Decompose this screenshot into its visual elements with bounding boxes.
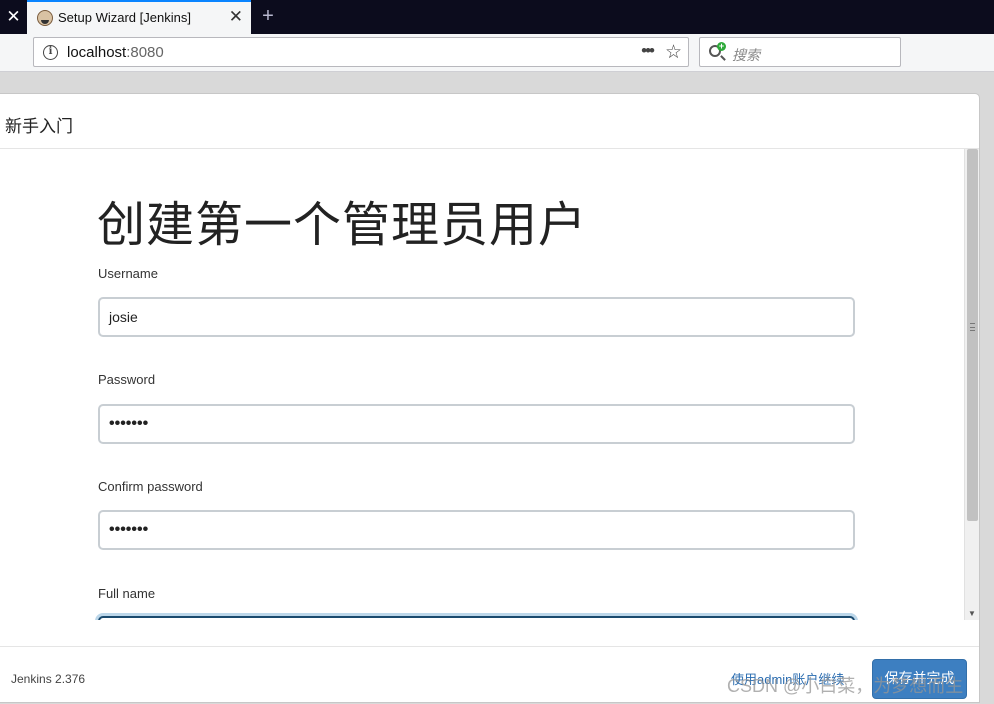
dialog-title: 新手入门 <box>5 117 73 136</box>
bookmark-star-icon[interactable]: ☆ <box>665 41 682 64</box>
search-placeholder: 搜索 <box>732 47 760 63</box>
password-field[interactable]: ••••••• <box>98 404 855 444</box>
new-tab-icon[interactable]: + <box>257 3 279 29</box>
full-name-field[interactable] <box>98 616 855 620</box>
navigation-toolbar: i localhost:8080 ••• ☆ + 搜索 <box>0 34 994 72</box>
close-icon[interactable]: ✕ <box>0 0 27 34</box>
tab-bar: ✕ Setup Wizard [Jenkins] ✕ + <box>0 0 994 34</box>
confirm-password-field[interactable]: ••••••• <box>98 510 855 550</box>
scrollbar-grip-icon <box>970 323 975 331</box>
scroll-down-arrow-icon[interactable]: ▼ <box>968 609 976 618</box>
url-host: localhost <box>67 44 127 61</box>
more-icon[interactable]: ••• <box>641 41 655 61</box>
tab-setup-wizard[interactable]: Setup Wizard [Jenkins] ✕ <box>27 0 251 34</box>
scrollbar-thumb[interactable] <box>967 149 978 521</box>
tab-title: Setup Wizard [Jenkins] <box>58 10 191 25</box>
full-name-label: Full name <box>98 586 156 601</box>
confirm-password-label: Confirm password <box>98 479 203 494</box>
page-title: 创建第一个管理员用户 <box>97 199 588 252</box>
username-label: Username <box>98 266 158 281</box>
url-bar[interactable]: i localhost:8080 ••• ☆ <box>33 37 689 67</box>
search-add-icon: + <box>717 41 726 51</box>
url-port: :8080 <box>126 44 164 61</box>
dialog-header: 新手入门 <box>0 94 979 149</box>
scrollbar[interactable]: ▼ <box>964 149 979 620</box>
watermark: CSDN @小白菜，为梦想而生 <box>727 676 964 696</box>
password-label: Password <box>98 372 156 387</box>
setup-wizard-dialog: 新手入门 创建第一个管理员用户 Username josie Password … <box>0 93 980 703</box>
username-field[interactable]: josie <box>98 297 855 337</box>
version-label: Jenkins 2.376 <box>11 672 86 686</box>
url-text: localhost:8080 <box>67 44 164 61</box>
info-icon[interactable]: i <box>43 45 58 60</box>
tab-close-icon[interactable]: ✕ <box>229 7 243 27</box>
jenkins-favicon-icon <box>37 10 53 26</box>
search-input[interactable]: + 搜索 <box>699 37 901 67</box>
dialog-body[interactable]: 创建第一个管理员用户 Username josie Password •••••… <box>0 149 979 620</box>
